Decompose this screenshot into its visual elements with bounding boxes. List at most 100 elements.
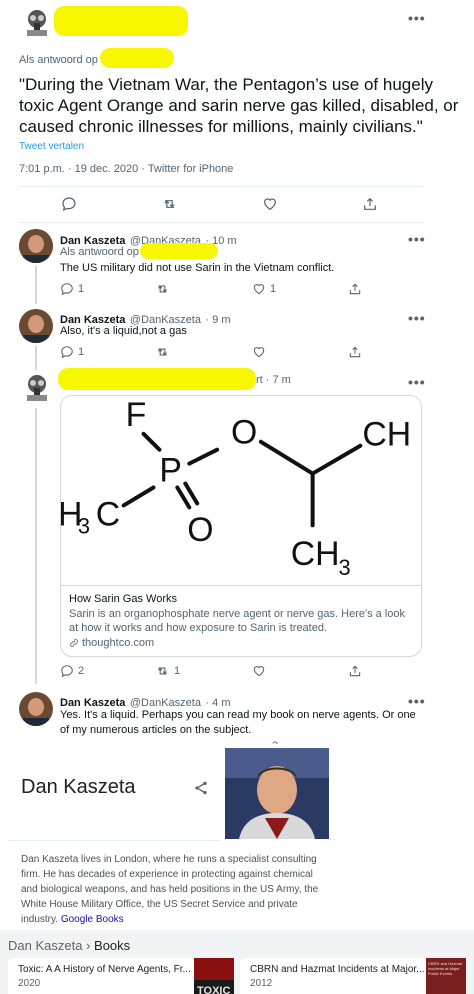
- share-icon: [349, 346, 361, 358]
- redacted-reply-handle: [140, 243, 218, 259]
- breadcrumb: Dan Kaszeta › Books: [8, 938, 130, 953]
- share-button[interactable]: [362, 196, 378, 212]
- link-preview-card[interactable]: F P O O CH H 3 C CH 3 How Sarin Gas Work…: [60, 395, 422, 657]
- like-button[interactable]: [252, 345, 266, 359]
- reply-button[interactable]: 1: [60, 345, 84, 359]
- cover-text: CBRN and Hazmat Incidents at Major Publi…: [428, 961, 463, 976]
- share-icon: [349, 283, 361, 295]
- book-cover: TOXIC: [194, 958, 234, 994]
- tweet-text: The US military did not use Sarin in the…: [60, 262, 335, 274]
- profile-photo: [19, 229, 53, 263]
- like-button[interactable]: [252, 664, 266, 678]
- profile-photo: [19, 309, 53, 343]
- retweet-button[interactable]: [155, 345, 170, 359]
- book-cover-image: CBRN and Hazmat Incidents at Major Publi…: [426, 958, 466, 994]
- group-h3c-c: C: [96, 495, 120, 533]
- reply-icon: [61, 283, 73, 296]
- divider: [19, 222, 423, 223]
- share-button[interactable]: [348, 664, 362, 678]
- reply-button[interactable]: 1: [60, 282, 84, 296]
- avatar[interactable]: [19, 692, 53, 726]
- tweet-timestamp[interactable]: 7:01 p.m. · 19 dec. 2020 · Twitter for i…: [19, 163, 233, 175]
- reply-button[interactable]: 2: [60, 664, 84, 678]
- retweet-icon: [158, 667, 167, 675]
- more-options-icon[interactable]: •••: [408, 693, 426, 709]
- breadcrumb-name[interactable]: Dan Kaszeta: [8, 938, 82, 953]
- avatar[interactable]: [19, 229, 53, 263]
- gas-mask-avatar-icon: [21, 371, 53, 403]
- retweet-button[interactable]: [155, 282, 174, 296]
- reply-button[interactable]: [61, 196, 77, 212]
- card-domain: thoughtco.com: [69, 637, 154, 649]
- share-icon: [364, 197, 376, 210]
- like-icon: [253, 666, 265, 677]
- main-tweet-avatar[interactable]: [21, 6, 53, 38]
- sarin-molecule-diagram: F P O O CH H 3 C CH 3: [61, 396, 421, 586]
- reply-count: 1: [78, 346, 85, 358]
- reply-context-label: Als antwoord op: [19, 54, 98, 66]
- translate-tweet-link[interactable]: Tweet vertalen: [19, 141, 84, 152]
- book-cover-image: TOXIC: [194, 958, 234, 994]
- main-tweet-text: "During the Vietnam War, the Pentagon’s …: [19, 75, 459, 136]
- more-options-icon[interactable]: •••: [408, 374, 426, 390]
- profile-photo: [19, 692, 53, 726]
- group-ch3-bottom-sub: 3: [338, 555, 350, 580]
- reply-count: 1: [78, 283, 85, 295]
- like-count: 1: [270, 283, 277, 295]
- reply-icon: [61, 346, 73, 359]
- breadcrumb-separator: ›: [86, 938, 91, 953]
- group-h3c-sub: 3: [78, 513, 90, 538]
- book-card[interactable]: Toxic: A A History of Nerve Agents, Fr..…: [8, 958, 234, 994]
- more-options-icon[interactable]: •••: [408, 231, 426, 247]
- like-button[interactable]: [262, 196, 278, 212]
- card-description: Sarin is an organophosphate nerve agent …: [69, 608, 405, 634]
- more-options-icon[interactable]: •••: [408, 310, 426, 326]
- book-year: 2012: [250, 978, 273, 989]
- group-ch3-bottom: CH: [291, 535, 340, 573]
- card-title: How Sarin Gas Works: [69, 593, 177, 605]
- cover-text: TOXIC: [197, 985, 230, 994]
- tweet-time[interactable]: · 9 m: [205, 314, 230, 326]
- like-button[interactable]: 1: [252, 282, 276, 296]
- redacted-display-name: [58, 368, 256, 390]
- kp-description: Dan Kaszeta lives in London, where he ru…: [21, 852, 321, 927]
- share-button[interactable]: [348, 282, 362, 296]
- like-icon: [253, 284, 265, 295]
- tweet-text: Also, it's a liquid,not a gas: [60, 325, 187, 337]
- book-title: Toxic: A A History of Nerve Agents, Fr..…: [18, 964, 191, 975]
- tweet-text: Yes. It's a liquid. Perhaps you can read…: [60, 709, 416, 736]
- breadcrumb-section: Books: [94, 938, 131, 953]
- redacted-reply-handle: [100, 48, 174, 68]
- kp-title: Dan Kaszeta: [21, 776, 136, 798]
- kp-source-link[interactable]: Google Books: [61, 914, 124, 925]
- retweet-button[interactable]: [161, 196, 178, 212]
- retweet-button[interactable]: 1: [155, 664, 180, 678]
- atom-o-bottom: O: [187, 511, 213, 549]
- retweet-icon: [158, 348, 167, 356]
- book-card[interactable]: CBRN and Hazmat Incidents at Major... 20…: [240, 958, 466, 994]
- more-options-icon[interactable]: •••: [408, 10, 426, 26]
- divider: [9, 840, 221, 841]
- books-section: Dan Kaszeta › Books Toxic: A A History o…: [0, 930, 474, 994]
- atom-f: F: [126, 396, 147, 434]
- gas-mask-avatar-icon: [21, 6, 53, 38]
- portrait-image: [225, 748, 329, 839]
- avatar[interactable]: [19, 309, 53, 343]
- book-cover: CBRN and Hazmat Incidents at Major Publi…: [426, 958, 466, 994]
- thread-line: [35, 266, 37, 304]
- divider: [19, 186, 423, 187]
- gas-mask-avatar[interactable]: [21, 371, 53, 403]
- share-nodes-icon: [195, 781, 207, 795]
- retweet-count: 1: [174, 665, 181, 677]
- group-ch3-right: CH: [362, 416, 411, 454]
- link-icon: [70, 639, 78, 647]
- reply-icon: [62, 197, 76, 212]
- tweet-time[interactable]: rt · 7 m: [256, 374, 291, 386]
- kp-photo[interactable]: [225, 748, 329, 839]
- atom-o-top: O: [231, 414, 257, 452]
- share-icon[interactable]: [193, 780, 209, 801]
- share-button[interactable]: [348, 345, 362, 359]
- thread-line: [35, 346, 37, 370]
- reply-context-label: Als antwoord op: [60, 246, 139, 258]
- retweet-icon: [158, 285, 167, 293]
